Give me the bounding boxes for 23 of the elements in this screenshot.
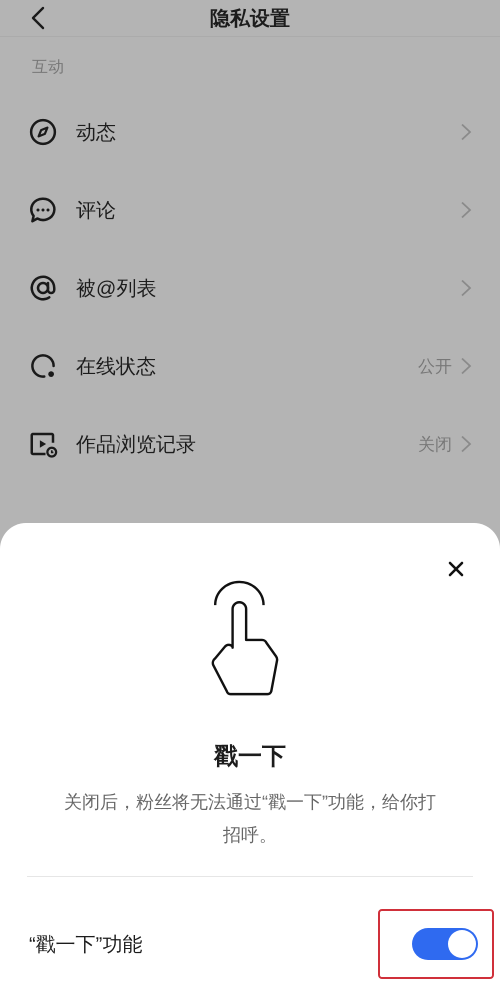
sheet-title: 戳一下 xyxy=(214,742,286,772)
toggle-switch[interactable] xyxy=(412,928,478,960)
section-title: 互动 xyxy=(31,58,65,78)
close-icon[interactable] xyxy=(448,561,464,577)
setting-label[interactable]: 动态 xyxy=(76,118,460,146)
compass-icon xyxy=(28,117,58,147)
setting-value: 关闭 xyxy=(418,434,452,456)
setting-value: 公开 xyxy=(418,356,452,378)
sheet-description: 关闭后，粉丝将无法通过“戳一下”功能，给你打招呼。 xyxy=(63,791,437,847)
setting-label[interactable]: 作品浏览记录 xyxy=(76,430,418,458)
at-sign-icon xyxy=(28,273,58,303)
setting-label[interactable]: 在线状态 xyxy=(76,352,418,380)
setting-label: “戳一下”功能 xyxy=(29,932,142,958)
page-title: 隐私设置 xyxy=(210,6,290,32)
chevron-icon xyxy=(460,435,472,453)
chat-bubble-icon xyxy=(28,195,58,225)
status-circle-icon xyxy=(28,351,58,381)
chevron-icon xyxy=(460,279,472,297)
setting-label[interactable]: 被@列表 xyxy=(76,274,460,302)
chevron-icon xyxy=(460,357,472,375)
chevron-icon xyxy=(460,123,472,141)
setting-label[interactable]: 评论 xyxy=(76,196,460,224)
chevron-icon xyxy=(460,201,472,219)
